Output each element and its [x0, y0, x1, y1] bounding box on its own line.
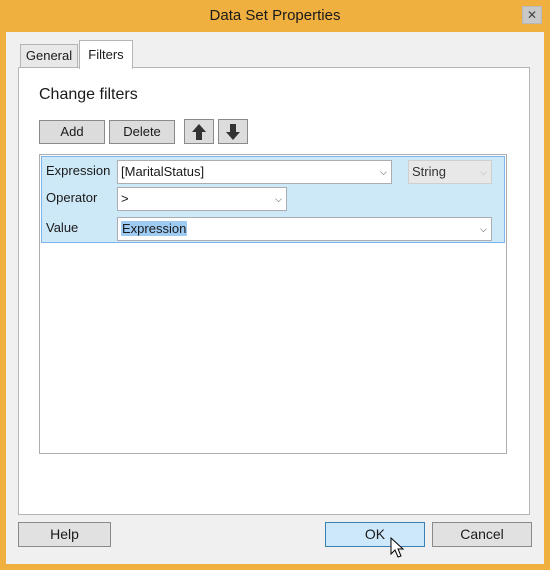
value-label: Value [46, 220, 79, 235]
expression-label: Expression [46, 163, 111, 178]
arrow-down-icon [226, 124, 240, 140]
move-down-button[interactable] [218, 119, 248, 144]
dialog-window: Data Set Properties ✕ General Filters Ch… [0, 0, 550, 570]
mouse-cursor-icon [390, 537, 405, 558]
dialog-client-area: General Filters Change filters Add Delet… [6, 32, 544, 564]
type-dropdown: String ⌵ [408, 160, 492, 184]
chevron-down-icon: ⌵ [480, 224, 487, 234]
cancel-button[interactable]: Cancel [432, 522, 532, 547]
chevron-down-icon: ⌵ [480, 167, 487, 177]
chevron-down-icon: ⌵ [275, 194, 282, 204]
delete-button[interactable]: Delete [109, 120, 175, 144]
type-value: String [412, 164, 446, 179]
filters-panel: Change filters Add Delete Expression [Ma… [18, 67, 530, 515]
expression-dropdown[interactable]: [MaritalStatus] ⌵ [117, 160, 392, 184]
add-button[interactable]: Add [39, 120, 105, 144]
operator-dropdown[interactable]: > ⌵ [117, 187, 287, 211]
value-dropdown[interactable]: Expression ⌵ [117, 217, 492, 241]
arrow-up-icon [192, 124, 206, 140]
help-button[interactable]: Help [18, 522, 111, 547]
window-title: Data Set Properties [209, 7, 341, 24]
expression-value: [MaritalStatus] [121, 164, 205, 179]
value-value: Expression [121, 221, 188, 236]
tab-filters[interactable]: Filters [79, 40, 133, 69]
tab-general[interactable]: General [20, 44, 78, 68]
ok-button[interactable]: OK [325, 522, 425, 547]
operator-label: Operator [46, 190, 98, 205]
filter-list[interactable]: Expression [MaritalStatus] ⌵ String ⌵ Op… [39, 154, 507, 454]
close-icon: ✕ [526, 8, 538, 22]
title-bar[interactable]: Data Set Properties ✕ [0, 0, 550, 32]
move-up-button[interactable] [184, 119, 214, 144]
chevron-down-icon: ⌵ [380, 167, 387, 177]
filter-row[interactable]: Expression [MaritalStatus] ⌵ String ⌵ Op… [41, 156, 505, 243]
operator-value: > [121, 191, 129, 206]
panel-heading: Change filters [39, 86, 138, 103]
close-button[interactable]: ✕ [522, 6, 542, 24]
